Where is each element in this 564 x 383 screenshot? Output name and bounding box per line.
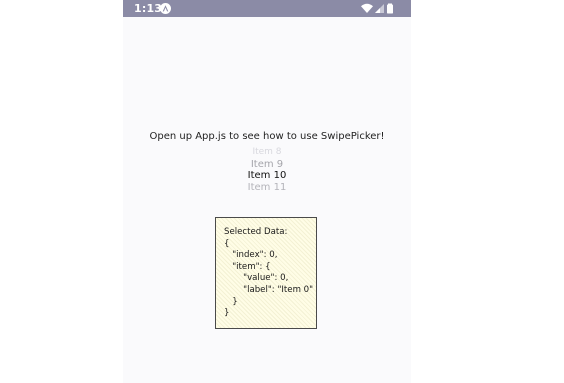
app-notification-icon bbox=[160, 3, 171, 14]
cellular-signal-icon bbox=[375, 4, 384, 13]
json-line: { bbox=[224, 238, 230, 249]
picker-item[interactable]: Item 11 bbox=[123, 182, 411, 194]
json-line: } bbox=[224, 296, 238, 307]
selected-data-panel: Selected Data:{ "index": 0, "item": { "v… bbox=[215, 217, 317, 329]
picker-item-selected[interactable]: Item 10 bbox=[123, 170, 411, 182]
selected-data-header: Selected Data: bbox=[224, 227, 288, 237]
battery-icon bbox=[387, 3, 393, 14]
status-icons bbox=[361, 3, 401, 14]
json-line: "index": 0, bbox=[224, 250, 278, 261]
json-line: "value": 0, bbox=[224, 273, 289, 284]
json-line: "label": "Item 0" bbox=[224, 284, 314, 295]
picker-item[interactable]: Item 9 bbox=[123, 159, 411, 171]
app-screen: 1:13 Open up App.js to see how to use Sw… bbox=[123, 0, 411, 383]
picker-item[interactable]: Item 8 bbox=[123, 147, 411, 159]
json-line: "item": { bbox=[224, 261, 271, 272]
swipe-picker[interactable]: Item 8 Item 9 Item 10 Item 11 bbox=[123, 147, 411, 193]
json-line: } bbox=[224, 308, 230, 319]
status-time: 1:13 bbox=[134, 2, 163, 15]
status-bar: 1:13 bbox=[123, 0, 411, 17]
intro-text: Open up App.js to see how to use SwipePi… bbox=[149, 131, 385, 142]
wifi-icon bbox=[361, 3, 373, 13]
